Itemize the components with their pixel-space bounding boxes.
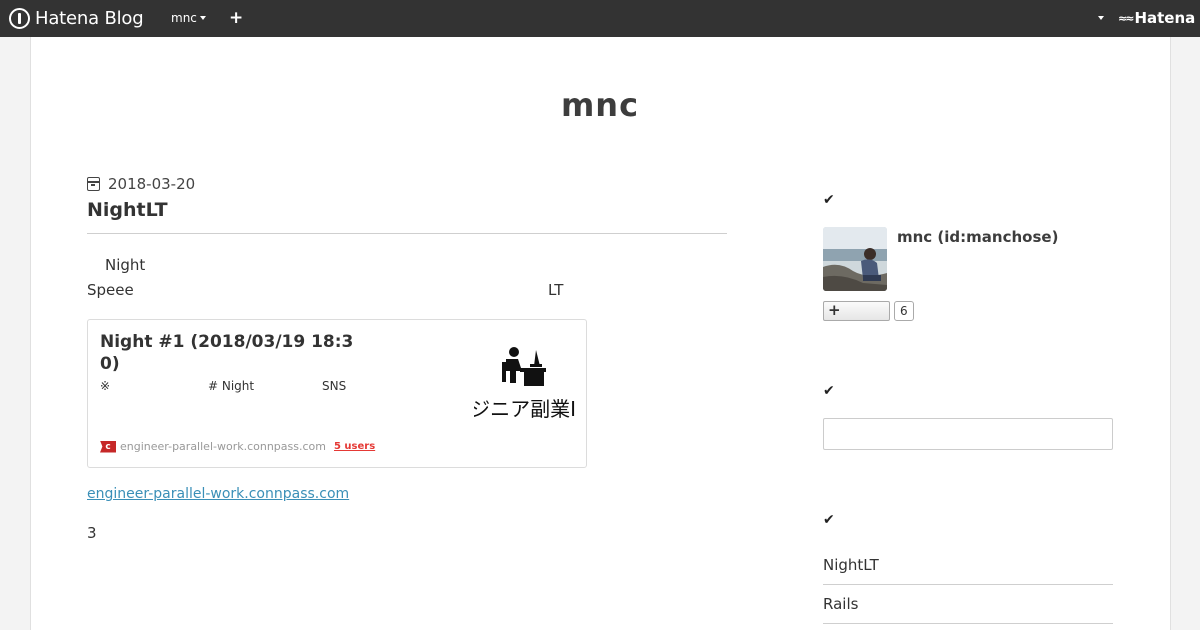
subscriber-count: 6	[894, 301, 914, 321]
menu-dropdown-icon[interactable]	[1098, 16, 1104, 20]
entry-paragraph-number: 3	[87, 524, 97, 542]
hatena-wave-icon: ≈≈	[1118, 11, 1135, 25]
global-header: Hatena Blog mnc + ≈≈ Hatena	[0, 0, 1200, 37]
subscribe-button[interactable]: +	[823, 301, 890, 321]
search-input[interactable]	[823, 418, 1113, 450]
profile-name[interactable]: mnc (id:manchose)	[897, 228, 1058, 246]
embed-desc-3: SNS	[322, 379, 347, 393]
entry-link[interactable]: engineer-parallel-work.connpass.com	[87, 486, 349, 502]
entry-paragraph-right: LT	[548, 281, 564, 299]
embed-card-thumbnail[interactable]: ジニア副業I	[474, 342, 576, 420]
embed-card-title[interactable]: Night #1 (2018/03/19 18:30)	[100, 331, 370, 375]
logo-text: Hatena Blog	[35, 7, 144, 29]
add-entry-button[interactable]: +	[229, 8, 243, 28]
user-menu[interactable]: mnc	[171, 11, 206, 25]
connpass-favicon-icon: c	[100, 440, 116, 453]
checkmark-icon: ✔	[823, 192, 835, 208]
hatena-blog-logo-icon	[9, 7, 30, 29]
entry-date[interactable]: 2018-03-20	[87, 175, 195, 193]
blog-title[interactable]: mnc	[0, 86, 1200, 124]
chevron-down-icon	[199, 16, 206, 20]
embed-desc-1: ※	[100, 379, 111, 393]
category-item[interactable]: NightLT	[823, 556, 1113, 585]
embed-thumbnail-text: ジニア副業I	[474, 397, 576, 420]
avatar-photo	[823, 227, 887, 291]
hatena-blog-logo[interactable]: Hatena Blog	[9, 7, 144, 29]
entry-paragraph: Night	[105, 256, 146, 274]
calendar-icon	[87, 177, 100, 191]
hatena-brand-label: Hatena	[1134, 9, 1196, 27]
checkmark-icon: ✔	[823, 383, 835, 399]
entry-date-text: 2018-03-20	[108, 175, 196, 193]
embed-card[interactable]: Night #1 (2018/03/19 18:30) ※ # Night SN…	[87, 319, 587, 468]
avatar[interactable]	[823, 227, 887, 291]
embed-card-footer: c engineer-parallel-work.connpass.com 5 …	[100, 440, 375, 453]
desk-worker-icon	[502, 347, 546, 386]
plus-icon: +	[828, 301, 841, 319]
embed-card-domain[interactable]: engineer-parallel-work.connpass.com	[120, 440, 326, 453]
bookmark-users-link[interactable]: 5 users	[334, 441, 375, 452]
category-item[interactable]: Rails	[823, 595, 1113, 624]
entry-title[interactable]: NightLT	[87, 199, 168, 221]
embed-desc-2: # Night	[208, 379, 255, 393]
hatena-brand-link[interactable]: ≈≈ Hatena	[1118, 9, 1195, 27]
user-menu-label: mnc	[171, 11, 197, 25]
entry-paragraph-left: Speee	[87, 281, 134, 299]
checkmark-icon: ✔	[823, 512, 835, 528]
entry-divider	[87, 233, 727, 234]
